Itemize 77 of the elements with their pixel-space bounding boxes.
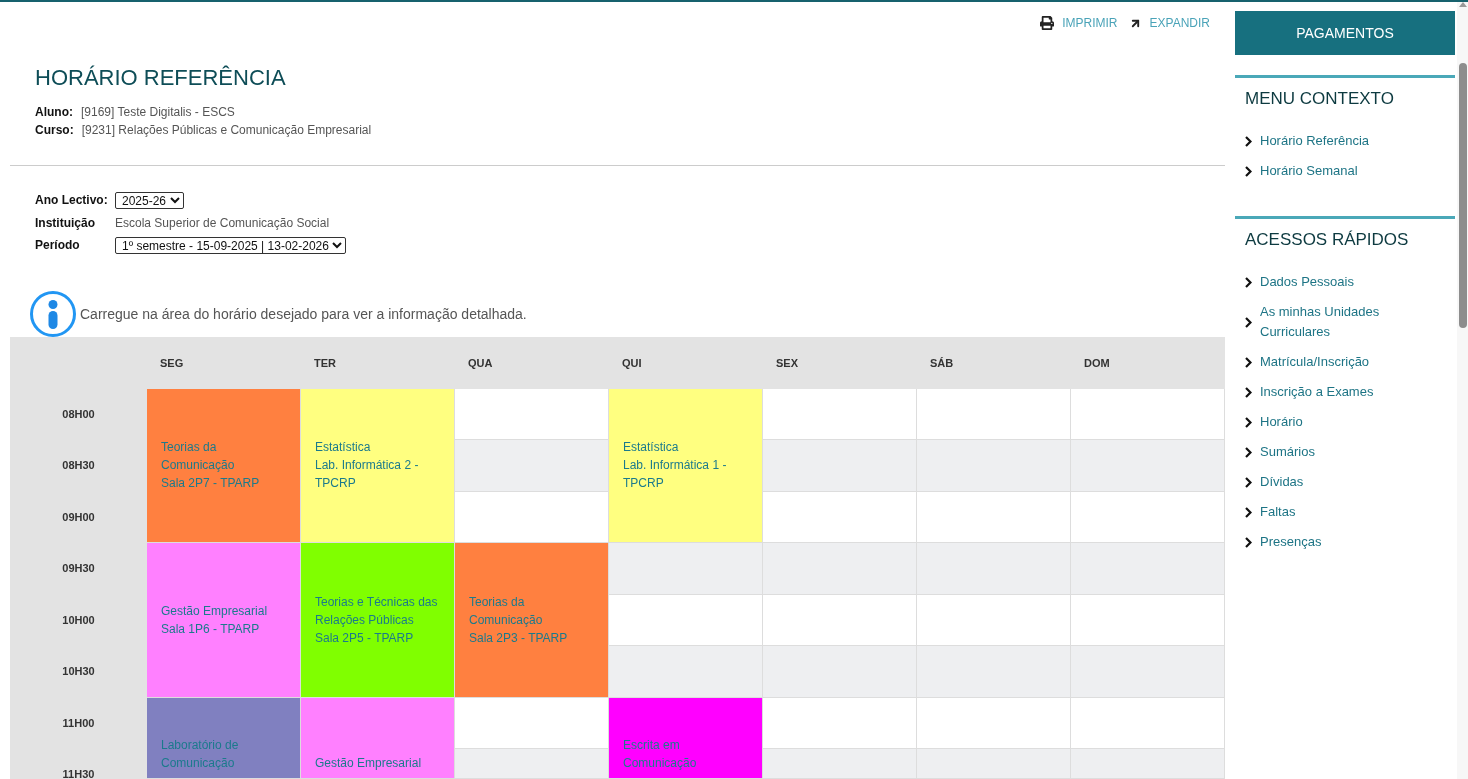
course-name: Estatística bbox=[315, 439, 372, 457]
chevron-right-icon bbox=[1245, 356, 1252, 368]
class-block[interactable]: Teorias e Técnicas das Relações Públicas Sala 2P5 - TPARP bbox=[301, 543, 455, 698]
sidebar-link[interactable]: Dívidas bbox=[1260, 472, 1304, 492]
chevron-right-icon bbox=[1245, 316, 1252, 328]
detail-label: Curso: bbox=[35, 122, 74, 139]
scrollbar[interactable] bbox=[1457, 2, 1468, 779]
time-label: 10H30 bbox=[62, 665, 95, 678]
chevron-right-icon bbox=[1245, 506, 1252, 518]
day-header: SÁB bbox=[930, 356, 954, 369]
day-header: TER bbox=[314, 356, 336, 369]
time-label: 10H00 bbox=[62, 613, 95, 627]
filter-label: Instituição bbox=[35, 215, 96, 230]
filter-label: Período bbox=[35, 238, 81, 253]
time-label: 08H30 bbox=[62, 459, 95, 472]
sidebar-link[interactable]: Horário Semanal bbox=[1260, 161, 1358, 181]
room-label: Sala 2P3 - TPARP bbox=[469, 629, 569, 647]
day-header: SEX bbox=[776, 356, 798, 369]
chevron-right-icon bbox=[1245, 536, 1252, 548]
printer-icon bbox=[1040, 16, 1055, 30]
time-label: 09H00 bbox=[62, 510, 95, 524]
detail-value: [9231] Relações Públicas e Comunicação Empresarial bbox=[81, 122, 372, 139]
info-icon bbox=[30, 290, 76, 337]
filter-label: Ano Lectivo: bbox=[35, 193, 109, 208]
detail-label: Aluno: bbox=[35, 104, 73, 121]
dropdown[interactable]: 1º semestre - 15-09-2025 | 13-02-2026 bbox=[115, 236, 346, 254]
sidebar-link[interactable]: Horário bbox=[1260, 412, 1303, 432]
day-header: QUA bbox=[468, 356, 493, 369]
chevron-right-icon bbox=[1245, 165, 1252, 177]
info-text: Carregue na área do horário desejado para ver a informação detalhada. bbox=[80, 305, 527, 322]
sidebar-link[interactable]: Presenças bbox=[1260, 532, 1322, 552]
room-label: Sala 1P6 - TPARP bbox=[161, 620, 261, 638]
time-label: 11H00 bbox=[62, 716, 95, 730]
course-name: Gestão Empresarial bbox=[161, 602, 269, 620]
sidebar-link[interactable]: As minhas Unidades Curriculares bbox=[1260, 302, 1445, 342]
sidebar-link[interactable]: Inscrição a Exames bbox=[1260, 382, 1374, 402]
sidebar-link[interactable]: Faltas bbox=[1260, 502, 1296, 522]
course-name: Laboratório de Comunicação bbox=[161, 737, 240, 772]
class-block[interactable]: Estatística Lab. Informática 1 - TPCRP bbox=[609, 388, 763, 543]
section-title: ACESSOS RÁPIDOS bbox=[1245, 230, 1409, 250]
chevron-right-icon bbox=[1245, 276, 1252, 288]
detail-value: [9169] Teste Digitalis - ESCS bbox=[81, 104, 235, 121]
day-header: QUI bbox=[622, 356, 642, 369]
section-title: MENU CONTEXTO bbox=[1245, 89, 1394, 109]
time-label: 08H00 bbox=[62, 407, 95, 421]
scroll-up-icon[interactable] bbox=[1458, 2, 1467, 7]
course-name: Escrita em Comunicação bbox=[623, 737, 698, 772]
chevron-right-icon bbox=[1245, 416, 1252, 428]
time-label: 11H30 bbox=[62, 768, 95, 779]
course-name: Teorias da Comunicação bbox=[161, 439, 236, 475]
room-label: Lab. Informática 1 - TPCRP bbox=[623, 457, 728, 493]
room-label: Sala 2P5 - TPARP bbox=[315, 629, 415, 647]
chevron-right-icon bbox=[1245, 386, 1252, 398]
course-name: Gestão Empresarial bbox=[315, 755, 423, 772]
class-block[interactable]: Estatística Lab. Informática 2 - TPCRP bbox=[301, 388, 455, 543]
page-title: HORÁRIO REFERÊNCIA bbox=[35, 65, 286, 91]
course-name: Teorias e Técnicas das Relações Públicas bbox=[315, 593, 439, 629]
dropdown[interactable]: 2025-26 bbox=[115, 191, 184, 209]
day-header: DOM bbox=[1084, 356, 1110, 369]
chevron-right-icon bbox=[1245, 135, 1252, 147]
chevron-right-icon bbox=[1245, 476, 1252, 488]
sidebar-link[interactable]: Horário Referência bbox=[1260, 131, 1370, 151]
sidebar-link[interactable]: Sumários bbox=[1260, 442, 1315, 462]
sidebar-link[interactable]: Dados Pessoais bbox=[1260, 272, 1354, 292]
day-header: SEG bbox=[160, 356, 184, 369]
filter-value: Escola Superior de Comunicação Social bbox=[115, 215, 331, 230]
sidebar-link[interactable]: Matrícula/Inscrição bbox=[1260, 352, 1370, 372]
chevron-right-icon bbox=[1245, 446, 1252, 458]
print-button[interactable]: IMPRIMIR bbox=[1040, 16, 1118, 30]
scrollbar-thumb[interactable] bbox=[1458, 63, 1467, 328]
room-label: Sala 2P7 - TPARP bbox=[161, 475, 261, 493]
course-name: Teorias da Comunicação bbox=[469, 593, 544, 629]
expand-button[interactable]: EXPANDIR bbox=[1128, 16, 1210, 30]
payments-button[interactable]: PAGAMENTOS bbox=[1235, 11, 1455, 55]
room-label: Lab. Informática 2 - TPCRP bbox=[315, 457, 420, 493]
time-label: 09H30 bbox=[62, 562, 95, 575]
course-name: Estatística bbox=[623, 439, 680, 457]
